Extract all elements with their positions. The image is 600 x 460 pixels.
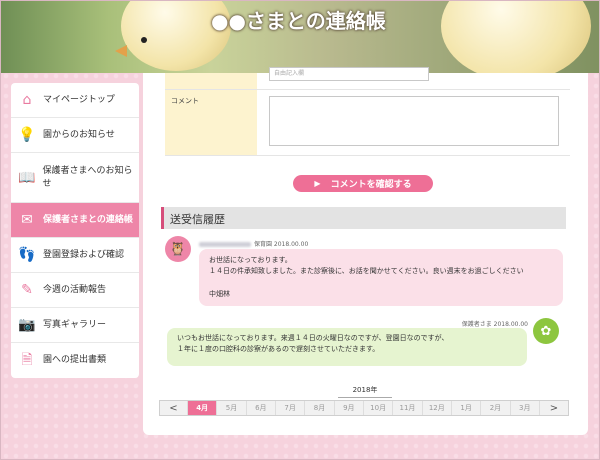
free-entry-row: 自由記入欄: [165, 67, 570, 90]
sidebar-item-label: 登園登録および確認: [43, 249, 125, 260]
sidebar-item-contact-book[interactable]: ✉ 保護者さまとの連絡帳: [11, 203, 139, 238]
sidebar-item-label: マイページトップ: [43, 94, 115, 105]
sidebar-item-label: 今週の活動報告: [43, 284, 107, 295]
sidebar-item-label: 保護者さまへのお知らせ: [42, 166, 133, 189]
sidebar-item-label: 保護者さまとの連絡帳: [43, 214, 133, 225]
month-tab-oct[interactable]: 10月: [364, 401, 394, 415]
lightbulb-icon: 💡: [18, 127, 36, 143]
footprints-icon: 👣: [18, 247, 36, 263]
sidebar-item-label: 園への提出書類: [43, 355, 107, 366]
main-panel: 自由記入欄 コメント ▶ コメントを確認する 送受信履歴 🦉 保育園 2018.…: [143, 67, 588, 435]
month-tab-nov[interactable]: 11月: [393, 401, 423, 415]
confirm-comment-label: コメントを確認する: [330, 180, 412, 190]
sidebar-item-documents[interactable]: 🗎 園への提出書類: [11, 343, 139, 378]
sidebar-item-mypage-top[interactable]: ⌂ マイページトップ: [11, 83, 139, 118]
month-tab-jun[interactable]: 6月: [247, 401, 276, 415]
month-tab-jul[interactable]: 7月: [276, 401, 306, 415]
year-label: 2018年: [338, 385, 392, 398]
month-tab-sep[interactable]: 9月: [335, 401, 364, 415]
outgoing-message: いつもお世話になっております。来週１４日の火曜日なのですが、登園日なのですが、 …: [167, 328, 527, 366]
chick-image: [441, 1, 591, 73]
month-tab-mar[interactable]: 3月: [511, 401, 540, 415]
sidebar-item-label: 写真ギャラリー: [43, 319, 107, 330]
month-tab-may[interactable]: 5月: [217, 401, 247, 415]
free-entry-input[interactable]: 自由記入欄: [269, 67, 429, 81]
owl-icon: 🦉: [165, 236, 191, 262]
prev-month-button[interactable]: <: [160, 401, 188, 415]
book-icon: 📖: [18, 169, 36, 186]
header-banner: ●●さまとの連絡帳: [1, 1, 599, 73]
sidebar-item-parent-news[interactable]: 📖 保護者さまへのお知らせ: [11, 153, 139, 203]
history-heading: 送受信履歴: [161, 207, 566, 229]
outgoing-meta: 保護者さま 2018.00.00: [461, 321, 528, 328]
house-icon: ⌂: [22, 92, 32, 108]
sidebar-item-weekly-report[interactable]: ✎ 今週の活動報告: [11, 273, 139, 308]
camera-icon: 📷: [18, 317, 36, 333]
page-frame: ●●さまとの連絡帳 ⌂ マイページトップ 💡 園からのお知らせ 📖 保護者さまへ…: [0, 0, 600, 460]
play-icon: ▶: [314, 179, 321, 188]
month-pager: < 4月 5月 6月 7月 8月 9月 10月 11月 12月 1月 2月 3月…: [159, 400, 569, 416]
comment-label: コメント: [165, 90, 257, 155]
month-tab-apr[interactable]: 4月: [188, 401, 218, 415]
month-tab-feb[interactable]: 2月: [481, 401, 511, 415]
incoming-meta: 保育園 2018.00.00: [199, 239, 308, 248]
comment-row: コメント: [165, 90, 570, 156]
incoming-message: お世話になっております。 １４日の件承知致しました。また診察後に、お話を聞かせて…: [199, 249, 563, 306]
sidebar: ⌂ マイページトップ 💡 園からのお知らせ 📖 保護者さまへのお知らせ ✉ 保護…: [11, 83, 139, 378]
sidebar-item-label: 園からのお知らせ: [43, 129, 115, 140]
comment-textarea[interactable]: [269, 96, 559, 146]
sidebar-item-school-news[interactable]: 💡 園からのお知らせ: [11, 118, 139, 153]
redacted-name: [199, 242, 251, 247]
envelope-icon: ✉: [21, 212, 33, 228]
month-tab-dec[interactable]: 12月: [423, 401, 452, 415]
confirm-comment-button[interactable]: ▶ コメントを確認する: [293, 175, 433, 192]
sidebar-item-photo-gallery[interactable]: 📷 写真ギャラリー: [11, 308, 139, 343]
month-tab-jan[interactable]: 1月: [452, 401, 482, 415]
sidebar-item-attendance[interactable]: 👣 登園登録および確認: [11, 238, 139, 273]
page-title: ●●さまとの連絡帳: [211, 9, 386, 33]
flower-icon: ✿: [533, 318, 559, 344]
pencil-icon: ✎: [21, 282, 33, 298]
next-month-button[interactable]: >: [540, 401, 568, 415]
document-icon: 🗎: [21, 351, 33, 368]
month-tab-aug[interactable]: 8月: [305, 401, 335, 415]
